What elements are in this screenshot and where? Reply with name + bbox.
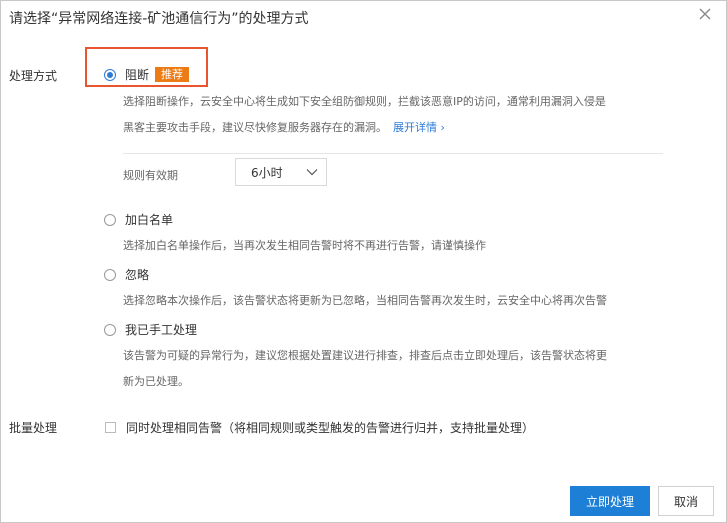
ignore-radio[interactable] [104,268,116,281]
divider [123,153,663,154]
batch-option[interactable]: 同时处理相同告警（将相同规则或类型触发的告警进行归并，支持批量处理） [105,419,534,436]
option-whitelist[interactable]: 加白名单 [104,211,173,228]
expand-details-link[interactable]: 展开详情 › [393,121,445,134]
handling-method-label: 处理方式 [9,69,58,83]
handling-dialog: 请选择“异常网络连接-矿池通信行为”的处理方式 处理方式 阻断 推荐 选择阻断操… [0,0,727,523]
whitelist-radio[interactable] [104,213,116,226]
close-icon[interactable] [698,7,712,21]
chevron-down-icon [306,166,318,181]
whitelist-description: 选择加白名单操作后，当再次发生相同告警时将不再进行告警，请谨慎操作 [123,239,486,252]
option-manual[interactable]: 我已手工处理 [104,321,197,338]
whitelist-label: 加白名单 [125,213,174,227]
batch-checkbox-label: 同时处理相同告警（将相同规则或类型触发的告警进行归并，支持批量处理） [126,421,535,435]
block-desc-line1: 选择阻断操作，云安全中心将生成如下安全组防御规则，拦截该恶意IP的访问，通常利用… [123,95,606,108]
manual-description: 该告警为可疑的异常行为，建议您根据处置建议进行排查，排查后点击立即处理后，该告警… [123,343,607,395]
option-block[interactable]: 阻断 推荐 [104,66,190,83]
dialog-title: 请选择“异常网络连接-矿池通信行为”的处理方式 [9,11,309,27]
batch-label: 批量处理 [9,421,58,435]
ignore-description: 选择忽略本次操作后，该告警状态将更新为已忽略，当相同告警再次发生时，云安全中心将… [123,294,607,307]
manual-radio[interactable] [104,323,116,336]
cancel-button[interactable]: 取消 [658,486,714,516]
batch-checkbox[interactable] [105,422,116,433]
ignore-label: 忽略 [125,268,150,282]
block-desc-line2: 黑客主要攻击手段，建议尽快修复服务器存在的漏洞。 [123,121,387,134]
block-description: 选择阻断操作，云安全中心将生成如下安全组防御规则，拦截该恶意IP的访问，通常利用… [123,89,606,141]
manual-desc-line2: 新为已处理。 [123,375,189,388]
confirm-button[interactable]: 立即处理 [570,486,650,516]
rule-duration-label: 规则有效期 [123,169,178,182]
manual-desc-line1: 该告警为可疑的异常行为，建议您根据处置建议进行排查，排查后点击立即处理后，该告警… [123,349,607,362]
manual-label: 我已手工处理 [125,323,198,337]
block-radio[interactable] [104,68,116,81]
duration-select[interactable]: 6小时 [235,158,327,186]
recommended-badge: 推荐 [155,67,190,82]
duration-value: 6小时 [251,165,283,180]
block-label: 阻断 [125,68,150,82]
option-ignore[interactable]: 忽略 [104,266,149,283]
